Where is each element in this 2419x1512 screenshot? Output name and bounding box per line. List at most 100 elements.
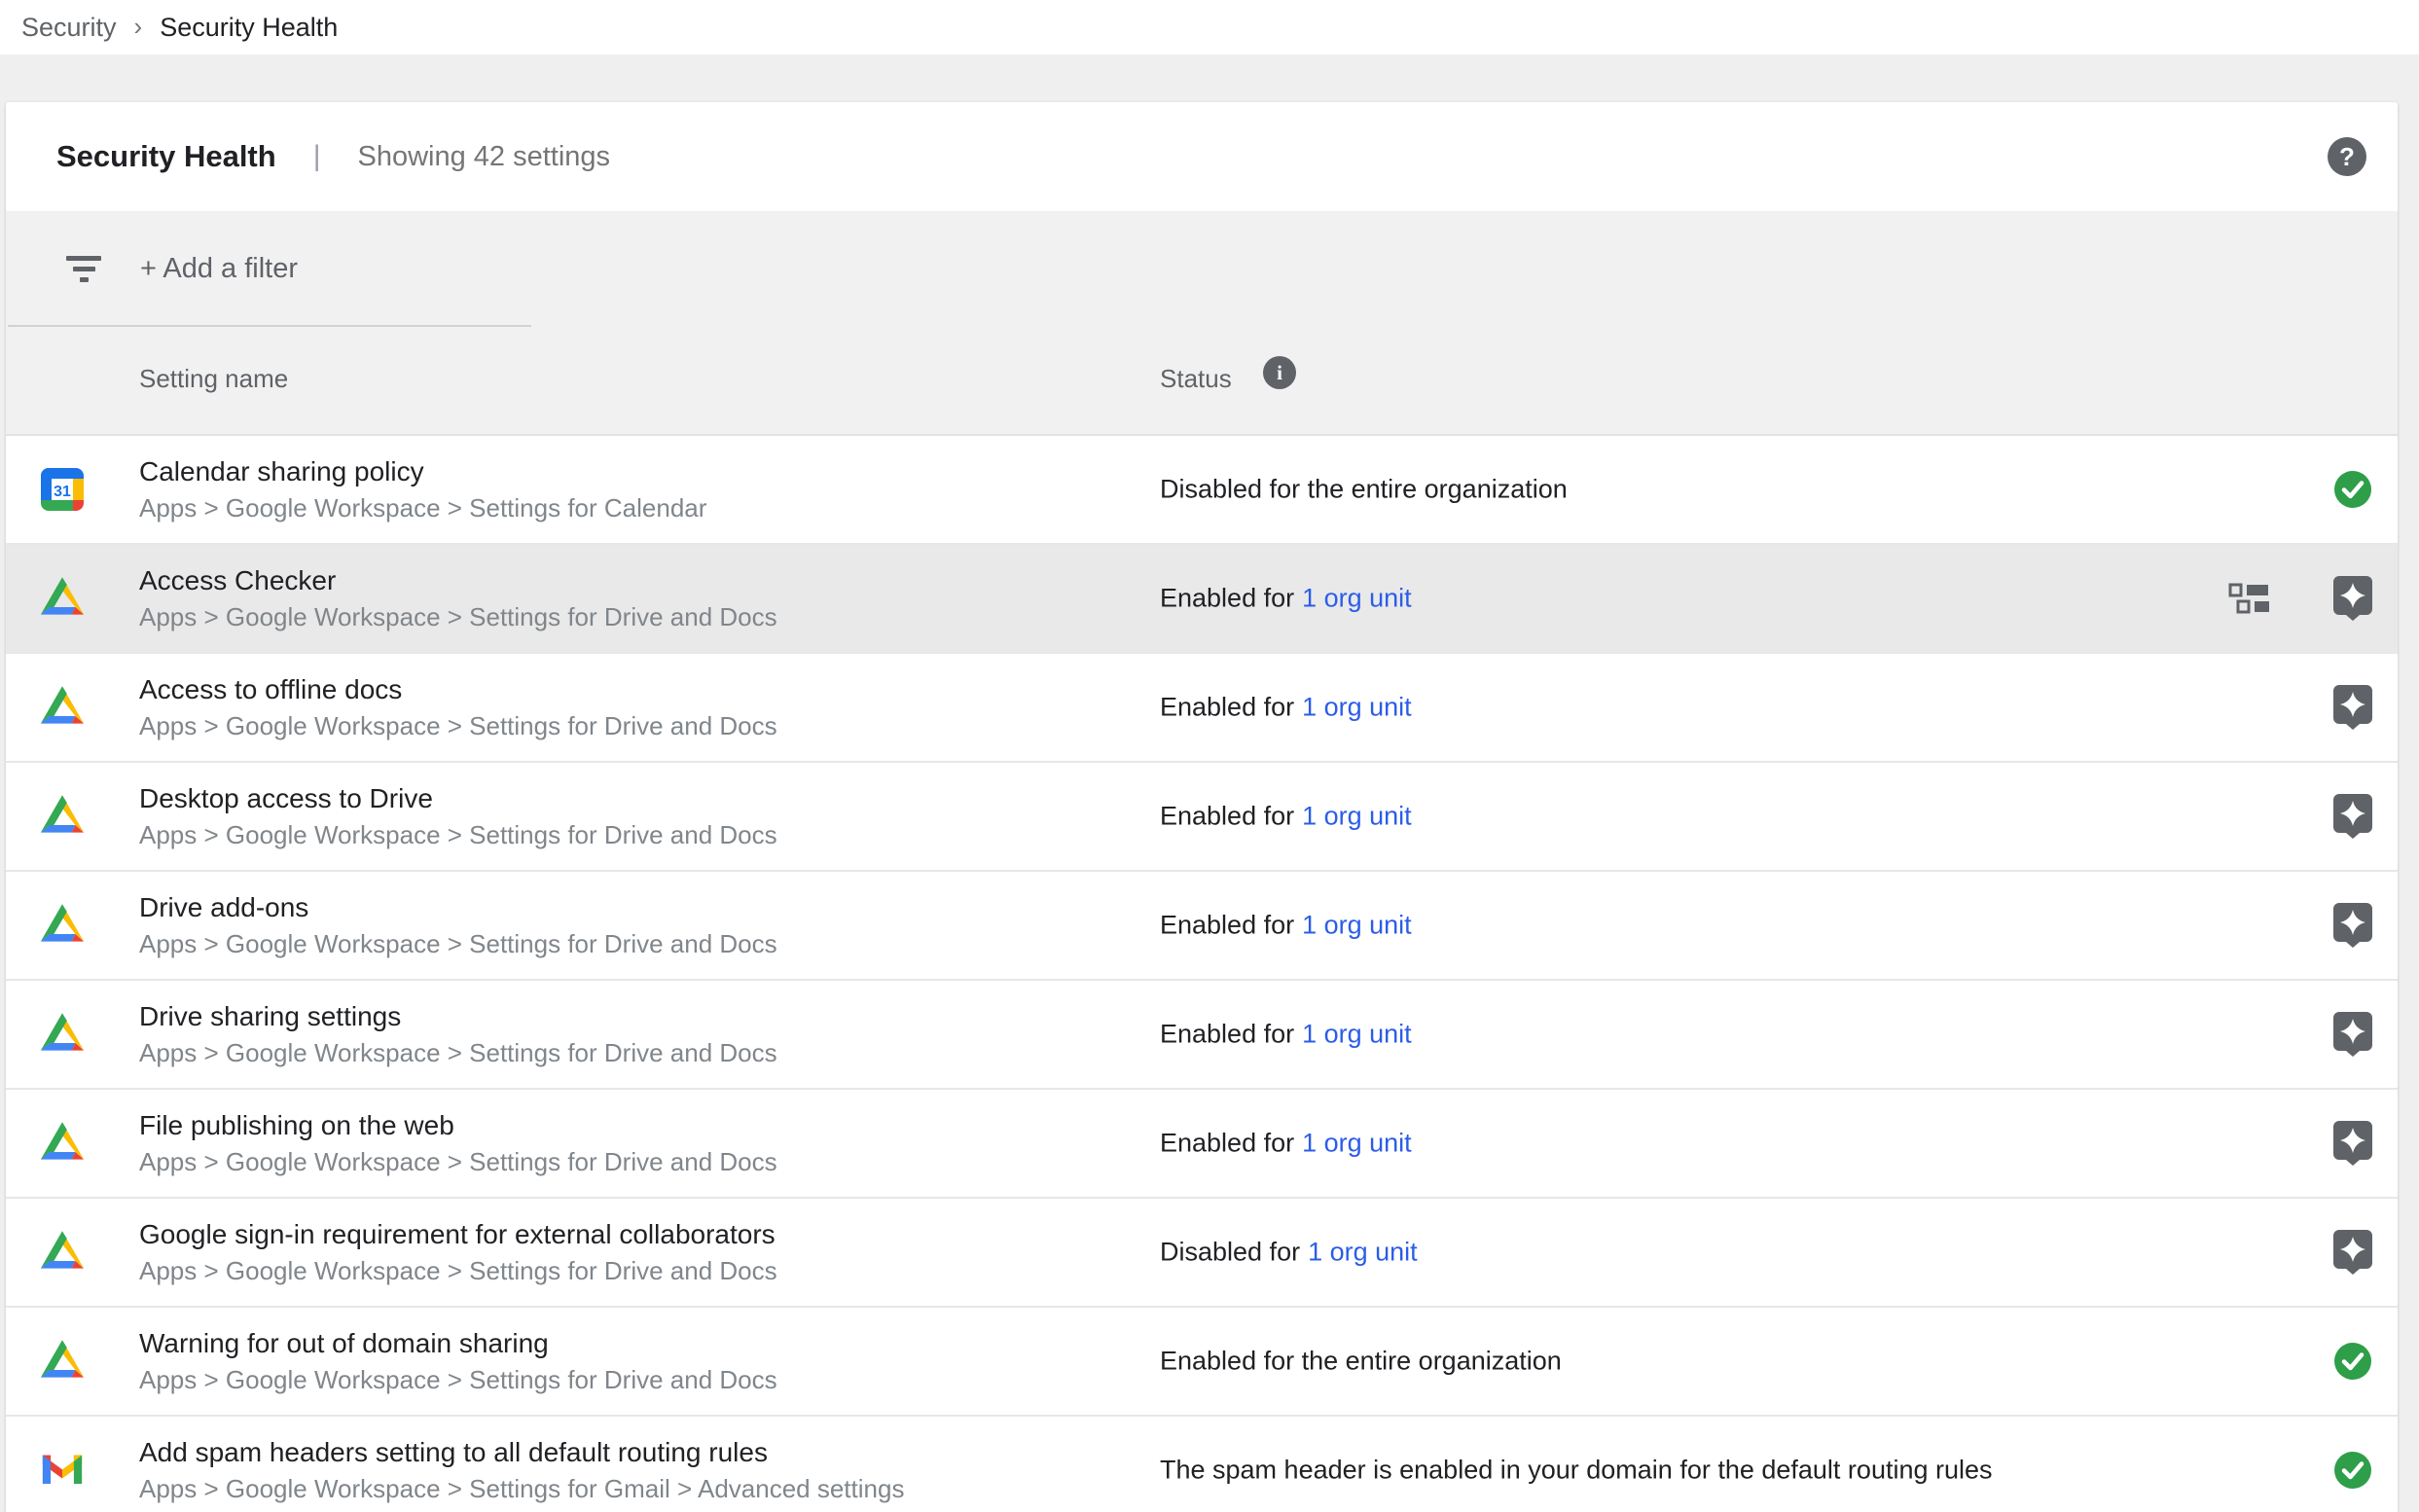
org-unit-link[interactable]: 1 org unit [1308, 1238, 1418, 1267]
status-cell: Enabled for the entire organization [1160, 1347, 1562, 1377]
settings-count: Showing 42 settings [358, 141, 611, 173]
status-text: Enabled for [1160, 693, 1294, 722]
recommendation-icon[interactable] [2333, 1012, 2372, 1057]
security-health-page: Security › Security Health Security Heal… [0, 0, 2419, 1512]
status-text: Enabled for [1160, 802, 1294, 831]
chevron-right-icon: › [134, 12, 143, 42]
setting-path: Apps > Google Workspace > Settings for D… [139, 1362, 777, 1397]
drive-icon [40, 903, 85, 948]
drive-icon [40, 685, 85, 730]
org-unit-link[interactable]: 1 org unit [1302, 802, 1412, 831]
setting-path: Apps > Google Workspace > Settings for G… [139, 1471, 904, 1506]
breadcrumb-security-health: Security Health [160, 13, 338, 43]
filter-icon [66, 256, 101, 282]
setting-path: Apps > Google Workspace > Settings for D… [139, 708, 777, 743]
setting-path: Apps > Google Workspace > Settings for D… [139, 1144, 777, 1179]
setting-title: Drive add-ons [139, 889, 777, 926]
setting-title: Google sign-in requirement for external … [139, 1216, 777, 1253]
org-unit-link[interactable]: 1 org unit [1302, 1129, 1412, 1158]
setting-name-cell: Google sign-in requirement for external … [139, 1216, 777, 1288]
drive-icon [40, 1012, 85, 1057]
recommendation-icon[interactable] [2333, 576, 2372, 621]
settings-list: 31 Calendar sharing policy Apps > Google… [6, 434, 2398, 1512]
setting-name-cell: Access Checker Apps > Google Workspace >… [139, 562, 777, 634]
setting-row[interactable]: Warning for out of domain sharing Apps >… [6, 1308, 2398, 1417]
breadcrumb-security[interactable]: Security [21, 13, 117, 43]
org-units-icon [2228, 581, 2277, 616]
table-header: Setting name Status i [6, 327, 2398, 434]
org-unit-link[interactable]: 1 org unit [1302, 1020, 1412, 1049]
recommendation-icon[interactable] [2333, 1121, 2372, 1166]
setting-name-cell: File publishing on the web Apps > Google… [139, 1107, 777, 1179]
breadcrumb: Security › Security Health [0, 0, 2419, 54]
page-title: Security Health [56, 139, 276, 174]
security-health-card: Security Health | Showing 42 settings ? … [6, 102, 2398, 1512]
add-filter-button[interactable]: + Add a filter [140, 253, 298, 285]
setting-name-cell: Calendar sharing policy Apps > Google Wo… [139, 453, 706, 525]
status-text: Enabled for [1160, 584, 1294, 613]
title-separator: | [313, 140, 321, 173]
status-cell: Enabled for 1 org unit [1160, 693, 1412, 723]
help-icon[interactable]: ? [2328, 137, 2366, 176]
setting-name-cell: Access to offline docs Apps > Google Wor… [139, 671, 777, 743]
setting-row[interactable]: Drive add-ons Apps > Google Workspace > … [6, 872, 2398, 981]
setting-title: Warning for out of domain sharing [139, 1325, 777, 1362]
column-setting-name: Setting name [139, 364, 288, 394]
setting-path: Apps > Google Workspace > Settings for D… [139, 1035, 777, 1070]
org-unit-link[interactable]: 1 org unit [1302, 584, 1412, 613]
setting-path: Apps > Google Workspace > Settings for D… [139, 1253, 777, 1288]
setting-row[interactable]: Drive sharing settings Apps > Google Wor… [6, 981, 2398, 1090]
svg-text:31: 31 [54, 484, 71, 500]
card-header: Security Health | Showing 42 settings ? [6, 102, 2398, 211]
status-text: Disabled for the entire organization [1160, 475, 1568, 504]
setting-title: Access to offline docs [139, 671, 777, 708]
setting-row[interactable]: Add spam headers setting to all default … [6, 1417, 2398, 1512]
filter-and-header-section: + Add a filter Setting name Status i [6, 211, 2398, 434]
recommendation-icon[interactable] [2333, 1230, 2372, 1275]
setting-name-cell: Desktop access to Drive Apps > Google Wo… [139, 780, 777, 852]
status-cell: The spam header is enabled in your domai… [1160, 1456, 1993, 1486]
setting-row[interactable]: Google sign-in requirement for external … [6, 1199, 2398, 1308]
status-cell: Enabled for 1 org unit [1160, 584, 1412, 614]
setting-name-cell: Drive add-ons Apps > Google Workspace > … [139, 889, 777, 961]
setting-title: Access Checker [139, 562, 777, 599]
status-cell: Disabled for the entire organization [1160, 475, 1568, 505]
calendar-icon: 31 [41, 468, 84, 511]
status-cell: Enabled for 1 org unit [1160, 802, 1412, 832]
setting-row[interactable]: File publishing on the web Apps > Google… [6, 1090, 2398, 1199]
recommendation-icon[interactable] [2333, 685, 2372, 730]
setting-title: Drive sharing settings [139, 998, 777, 1035]
drive-icon [40, 576, 85, 621]
info-icon[interactable]: i [1263, 356, 1296, 389]
org-unit-link[interactable]: 1 org unit [1302, 693, 1412, 722]
status-text: The spam header is enabled in your domai… [1160, 1456, 1993, 1485]
setting-row[interactable]: 31 Calendar sharing policy Apps > Google… [6, 436, 2398, 545]
recommendation-icon[interactable] [2333, 794, 2372, 839]
setting-path: Apps > Google Workspace > Settings for D… [139, 599, 777, 634]
setting-row[interactable]: Access to offline docs Apps > Google Wor… [6, 654, 2398, 763]
setting-name-cell: Drive sharing settings Apps > Google Wor… [139, 998, 777, 1070]
setting-title: Add spam headers setting to all default … [139, 1434, 904, 1471]
setting-path: Apps > Google Workspace > Settings for D… [139, 817, 777, 852]
filter-bar: + Add a filter [6, 211, 2398, 327]
setting-name-cell: Add spam headers setting to all default … [139, 1434, 904, 1506]
setting-title: Calendar sharing policy [139, 453, 706, 490]
status-text: Enabled for the entire organization [1160, 1347, 1562, 1376]
status-ok-icon [2333, 1451, 2372, 1490]
setting-row[interactable]: Desktop access to Drive Apps > Google Wo… [6, 763, 2398, 872]
drive-icon [40, 1230, 85, 1275]
recommendation-icon[interactable] [2333, 903, 2372, 948]
status-cell: Disabled for 1 org unit [1160, 1238, 1418, 1268]
setting-row[interactable]: Access Checker Apps > Google Workspace >… [6, 545, 2398, 654]
status-text: Enabled for [1160, 911, 1294, 940]
drive-icon [40, 1339, 85, 1384]
status-ok-icon [2333, 1342, 2372, 1381]
status-ok-icon [2333, 470, 2372, 509]
column-status: Status [1160, 364, 1232, 394]
setting-title: Desktop access to Drive [139, 780, 777, 817]
drive-icon [40, 1121, 85, 1166]
status-text: Disabled for [1160, 1238, 1300, 1267]
org-unit-link[interactable]: 1 org unit [1302, 911, 1412, 940]
setting-title: File publishing on the web [139, 1107, 777, 1144]
drive-icon [40, 794, 85, 839]
